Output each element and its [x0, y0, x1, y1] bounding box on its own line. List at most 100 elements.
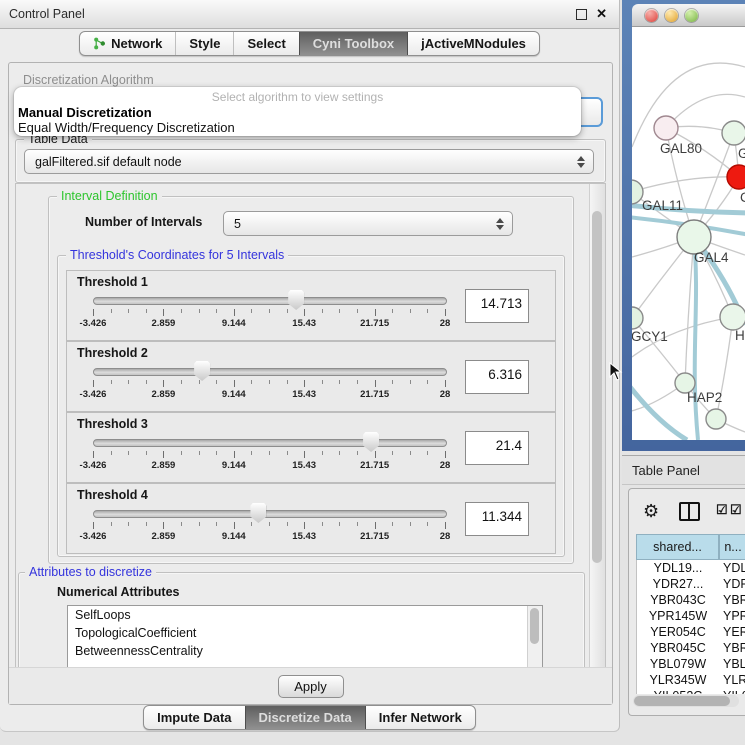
tab-cyni-toolbox[interactable]: Cyni Toolbox: [299, 32, 407, 55]
tab-style[interactable]: Style: [175, 32, 233, 55]
tab-infer-network[interactable]: Infer Network: [365, 706, 475, 729]
cell-shared-name[interactable]: YIL052C: [637, 689, 719, 694]
network-edge-highlighted[interactable]: [694, 237, 698, 440]
attribute-item-betweennesscentrality[interactable]: BetweennessCentrality: [68, 642, 542, 660]
attribute-item-selfloops[interactable]: SelfLoops: [68, 606, 542, 624]
mouse-cursor: [609, 362, 623, 382]
network-node-ga[interactable]: [722, 121, 745, 145]
network-edge[interactable]: [632, 177, 739, 192]
algorithm-dropdown-popup: Select algorithm to view settings Manual…: [14, 87, 581, 136]
zoom-traffic-light-icon[interactable]: [685, 9, 698, 22]
checkbox-icon[interactable]: ☑: [730, 502, 742, 518]
table-scrollbar-thumb[interactable]: [634, 696, 730, 706]
table-row[interactable]: YBR043CYBR0: [637, 592, 745, 608]
table-row[interactable]: YBL079WYBL0: [637, 656, 745, 672]
table-row[interactable]: YLR345WYLR3: [637, 672, 745, 688]
slider-thumb[interactable]: [194, 361, 210, 381]
column-header[interactable]: shared...: [636, 534, 719, 560]
cell-name[interactable]: YDR2: [719, 577, 745, 591]
network-node-gcy1[interactable]: [632, 307, 643, 329]
threshold-slider[interactable]: -3.4262.8599.14415.4321.71528: [93, 368, 445, 398]
cell-name[interactable]: YPR1: [719, 609, 745, 623]
dropdown-option-manual-discretization[interactable]: Manual Discretization: [18, 105, 152, 120]
attributes-list-scrollbar[interactable]: [527, 606, 542, 669]
slider-thumb[interactable]: [363, 432, 379, 452]
network-node-gal4[interactable]: [677, 220, 711, 254]
slider-tick-labels: -3.4262.8599.14415.4321.71528: [93, 460, 445, 471]
cell-name[interactable]: YBL0: [719, 657, 745, 671]
split-view-icon[interactable]: [679, 502, 700, 521]
table-panel-titlebar: Table Panel: [622, 455, 745, 485]
table-header-row: shared...n...: [636, 534, 745, 560]
network-node-gal80[interactable]: [654, 116, 678, 140]
cell-shared-name[interactable]: YDL19...: [637, 561, 719, 575]
table-row[interactable]: YDL19...YDL1: [637, 560, 745, 576]
dropdown-option-equal-width-frequency-discretization[interactable]: Equal Width/Frequency Discretization: [18, 120, 235, 135]
settings-scrollbar-thumb[interactable]: [592, 211, 602, 563]
slider-thumb[interactable]: [288, 290, 304, 310]
cell-name[interactable]: YBR0: [719, 593, 745, 607]
network-node-h[interactable]: [720, 304, 745, 330]
cell-name[interactable]: YLR3: [719, 673, 745, 687]
table-row[interactable]: YPR145WYPR1: [637, 608, 745, 624]
table-row[interactable]: YDR27...YDR2: [637, 576, 745, 592]
slider-ticks: [93, 522, 445, 530]
number-of-intervals-spinner[interactable]: 5: [223, 211, 513, 236]
table-row[interactable]: YIL052CYIL0: [637, 688, 745, 694]
thresholds-group-title: Threshold's Coordinates for 5 Intervals: [66, 248, 288, 262]
cell-name[interactable]: YIL0: [719, 689, 745, 694]
table-panel: ⚙ ☑ ☑ shared...n... YDL19...YDL1YDR27...…: [628, 488, 745, 716]
table-row[interactable]: YER054CYER0: [637, 624, 745, 640]
slider-track[interactable]: [93, 439, 447, 447]
tab-discretize-data[interactable]: Discretize Data: [245, 706, 365, 729]
tab-select[interactable]: Select: [233, 32, 298, 55]
network-edge[interactable]: [685, 237, 694, 383]
tab-jactivemnodules[interactable]: jActiveMNodules: [407, 32, 539, 55]
cell-shared-name[interactable]: YDR27...: [637, 577, 719, 591]
cell-shared-name[interactable]: YPR145W: [637, 609, 719, 623]
checkbox-icon[interactable]: ☑: [716, 502, 728, 518]
float-window-icon[interactable]: [576, 9, 587, 20]
cell-name[interactable]: YER0: [719, 625, 745, 639]
tab-network[interactable]: Network: [80, 32, 175, 55]
network-canvas[interactable]: GAL80GACGAL11GAL4GCY1HHAP2: [632, 27, 745, 440]
cell-name[interactable]: YBR0: [719, 641, 745, 655]
close-traffic-light-icon[interactable]: [645, 9, 658, 22]
settings-scrollbar[interactable]: [589, 184, 605, 668]
slider-track[interactable]: [93, 510, 447, 518]
cell-shared-name[interactable]: YBR045C: [637, 641, 719, 655]
cell-name[interactable]: YDL1: [719, 561, 745, 575]
threshold-value-field[interactable]: 11.344: [465, 502, 529, 536]
spinner-arrows-icon: [496, 218, 504, 230]
cell-shared-name[interactable]: YER054C: [637, 625, 719, 639]
control-panel-titlebar: Control Panel ✕: [0, 0, 619, 29]
network-edge[interactable]: [632, 318, 685, 383]
attributes-list-scrollbar-thumb[interactable]: [530, 608, 539, 644]
cell-shared-name[interactable]: YBL079W: [637, 657, 719, 671]
threshold-value-field[interactable]: 21.4: [465, 431, 529, 465]
attribute-item-topologicalcoefficient[interactable]: TopologicalCoefficient: [68, 624, 542, 642]
column-header[interactable]: n...: [719, 534, 745, 560]
cell-shared-name[interactable]: YLR345W: [637, 673, 719, 687]
tick-label: 21.715: [360, 531, 389, 542]
table-horizontal-scrollbar[interactable]: [633, 695, 739, 707]
threshold-slider[interactable]: -3.4262.8599.14415.4321.71528: [93, 297, 445, 327]
close-icon[interactable]: ✕: [596, 6, 607, 22]
threshold-slider[interactable]: -3.4262.8599.14415.4321.71528: [93, 439, 445, 469]
network-node[interactable]: [706, 409, 726, 429]
minimize-traffic-light-icon[interactable]: [665, 9, 678, 22]
network-node-c[interactable]: [727, 165, 745, 189]
slider-thumb[interactable]: [250, 503, 266, 523]
slider-track[interactable]: [93, 297, 447, 305]
table-data-combobox[interactable]: galFiltered.sif default node: [24, 149, 594, 174]
tab-impute-data[interactable]: Impute Data: [144, 706, 244, 729]
cell-shared-name[interactable]: YBR043C: [637, 593, 719, 607]
threshold-slider[interactable]: -3.4262.8599.14415.4321.71528: [93, 510, 445, 540]
tick-label: 28: [440, 389, 451, 400]
apply-button[interactable]: Apply: [278, 675, 344, 698]
threshold-value-field[interactable]: 14.713: [465, 289, 529, 323]
table-row[interactable]: YBR045CYBR0: [637, 640, 745, 656]
slider-track[interactable]: [93, 368, 447, 376]
gear-icon[interactable]: ⚙: [643, 499, 659, 523]
threshold-value-field[interactable]: 6.316: [465, 360, 529, 394]
